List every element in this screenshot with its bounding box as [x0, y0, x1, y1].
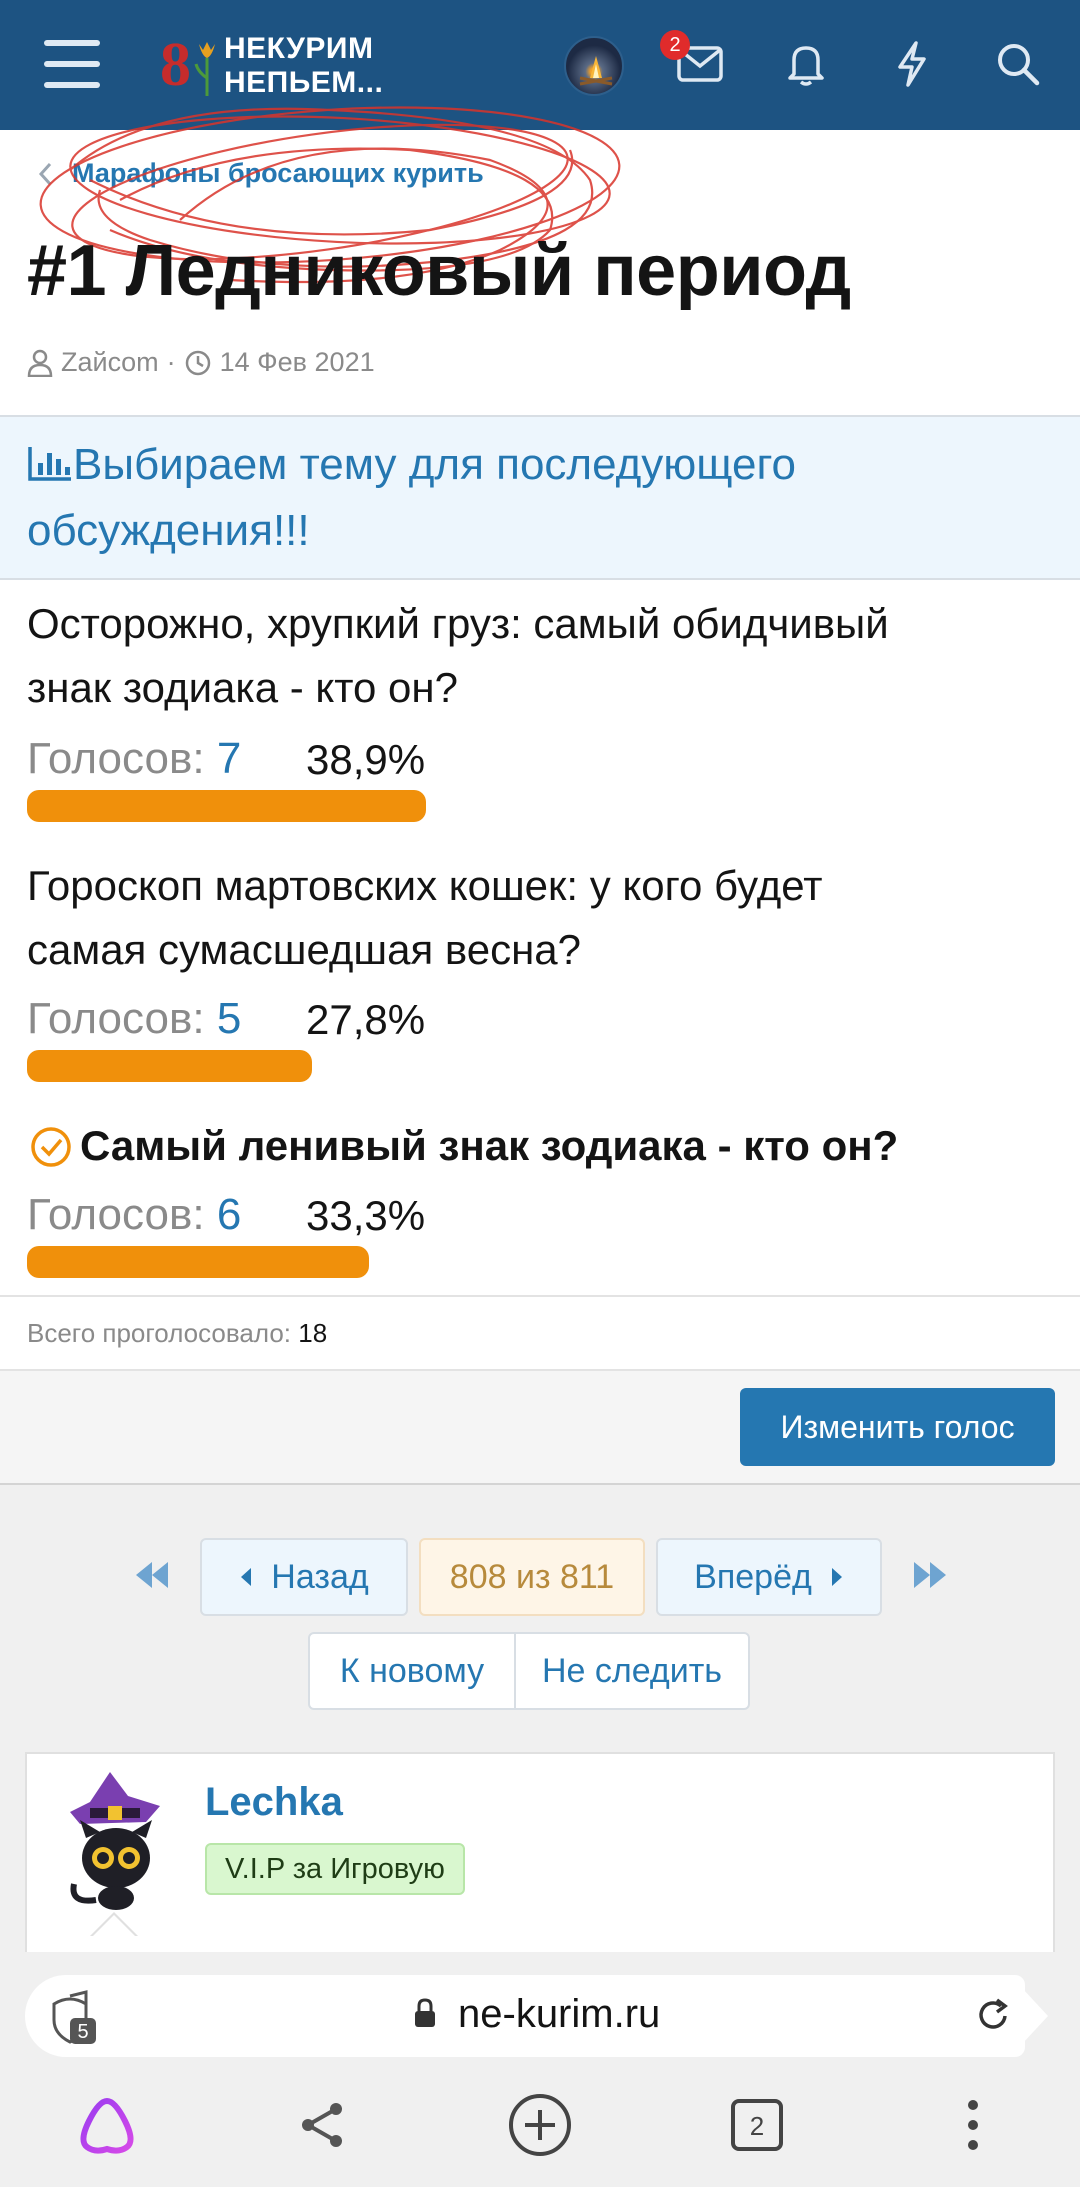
alice-icon[interactable] [72, 2090, 142, 2160]
post-caret [90, 1912, 138, 1937]
breadcrumb-link[interactable]: Марафоны бросающих курить [72, 158, 484, 189]
caret-right-icon [831, 1568, 842, 1586]
option-3-percent: 33,3% [306, 1192, 426, 1239]
poll-total: Всего проголосовало: 18 [27, 1318, 327, 1349]
total-count: 18 [298, 1318, 328, 1348]
option-1-vote-count[interactable]: 7 [217, 734, 241, 783]
reload-icon[interactable] [975, 1998, 1011, 2034]
tulip-icon [194, 42, 215, 96]
option-2-vote-count[interactable]: 5 [217, 994, 241, 1043]
lock-icon [415, 1998, 435, 2027]
tabs-count: 2 [750, 2111, 764, 2141]
more-icon[interactable] [938, 2090, 1008, 2160]
new-tab-icon[interactable] [505, 2090, 575, 2160]
breadcrumb[interactable]: Марафоны бросающих курить [38, 158, 484, 189]
poll-title-line-2: обсуждения!!! [27, 506, 310, 555]
poll-title-line-1: Выбираем тему для последующего [73, 440, 797, 489]
current-page-indicator[interactable]: 808 из 811 [419, 1538, 645, 1616]
user-icon [27, 349, 53, 377]
option-1-line-1: Осторожно, хрупкий груз: самый обидчивый [27, 600, 889, 647]
chevron-left-icon [38, 162, 52, 185]
search-icon[interactable] [990, 36, 1046, 92]
poll-title: Выбираем тему для последующего обсуждени… [27, 432, 1047, 564]
next-page-button[interactable]: Вперёд [656, 1538, 882, 1616]
option-2-votes: Голосов: 5 [27, 994, 241, 1044]
option-2-line-1: Гороскоп мартовских кошек: у кого будет [27, 862, 823, 909]
shield-count: 5 [77, 2021, 88, 2043]
prev-page-label: Назад [271, 1557, 369, 1596]
option-1-bar [27, 790, 426, 822]
poll-chart-icon [28, 447, 71, 481]
user-title-badge: V.I.P за Игровую [205, 1843, 465, 1895]
thread-date[interactable]: 14 Фев 2021 [220, 347, 375, 378]
unwatch-button[interactable]: Не следить [514, 1632, 750, 1710]
notification-badge: 2 [660, 30, 690, 60]
post-author-avatar[interactable] [50, 1772, 180, 1912]
change-vote-button[interactable]: Изменить голос [740, 1388, 1055, 1466]
to-new-button[interactable]: К новому [308, 1632, 516, 1710]
address-bar-tip [1010, 1975, 1048, 2057]
option-3-votes: Голосов: 6 [27, 1190, 241, 1240]
menu-icon[interactable] [44, 40, 100, 88]
url-text[interactable]: ne-kurim.ru [458, 1992, 660, 2037]
meta-separator: · [166, 347, 176, 377]
selected-check-icon [31, 1127, 71, 1167]
thread-author[interactable]: Zайсom [61, 347, 159, 378]
option-1-line-2: знак зодиака - кто он? [27, 664, 458, 711]
votes-label: Голосов: [27, 734, 205, 783]
option-2-bar [27, 1050, 312, 1082]
poll-option-text: Осторожно, хрупкий груз: самый обидчивый… [27, 592, 889, 720]
option-3-text: Самый ленивый знак зодиака - кто он? [80, 1122, 899, 1169]
page-title: #1 Ледниковый период [27, 231, 851, 311]
poll-option-text: Гороскоп мартовских кошек: у кого будет … [27, 854, 822, 982]
clock-icon [185, 350, 210, 375]
post-username[interactable]: Lechka [205, 1780, 343, 1825]
votes-label: Голосов: [27, 1190, 205, 1239]
option-3-vote-count[interactable]: 6 [217, 1190, 241, 1239]
thread-meta: Zайсom · 14 Фев 2021 [27, 347, 375, 378]
logo-line-1: НЕКУРИМ [224, 32, 374, 65]
option-1-votes: Голосов: 7 [27, 734, 241, 784]
logo-line-2: НЕПЬЕМ... [224, 66, 384, 99]
option-3-bar [27, 1246, 369, 1278]
bell-icon[interactable] [778, 36, 834, 92]
user-avatar[interactable] [564, 36, 624, 96]
last-page-icon[interactable] [910, 1558, 950, 1592]
shield-icon[interactable]: 5 [50, 1990, 106, 2046]
caret-left-icon [241, 1568, 252, 1586]
tabs-icon[interactable]: 2 [722, 2090, 792, 2160]
total-label: Всего проголосовало: [27, 1318, 291, 1348]
option-1-percent: 38,9% [306, 736, 426, 783]
site-logo[interactable]: 8 НЕКУРИМ НЕПЬЕМ... [160, 28, 420, 104]
next-page-label: Вперёд [694, 1557, 812, 1596]
first-page-icon[interactable] [132, 1558, 172, 1592]
share-icon[interactable] [288, 2090, 358, 2160]
bolt-icon[interactable] [884, 36, 940, 92]
option-2-line-2: самая сумасшедшая весна? [27, 926, 581, 973]
logo-digit: 8 [160, 31, 191, 99]
votes-label: Голосов: [27, 994, 205, 1043]
option-2-percent: 27,8% [306, 996, 426, 1043]
prev-page-button[interactable]: Назад [200, 1538, 408, 1616]
